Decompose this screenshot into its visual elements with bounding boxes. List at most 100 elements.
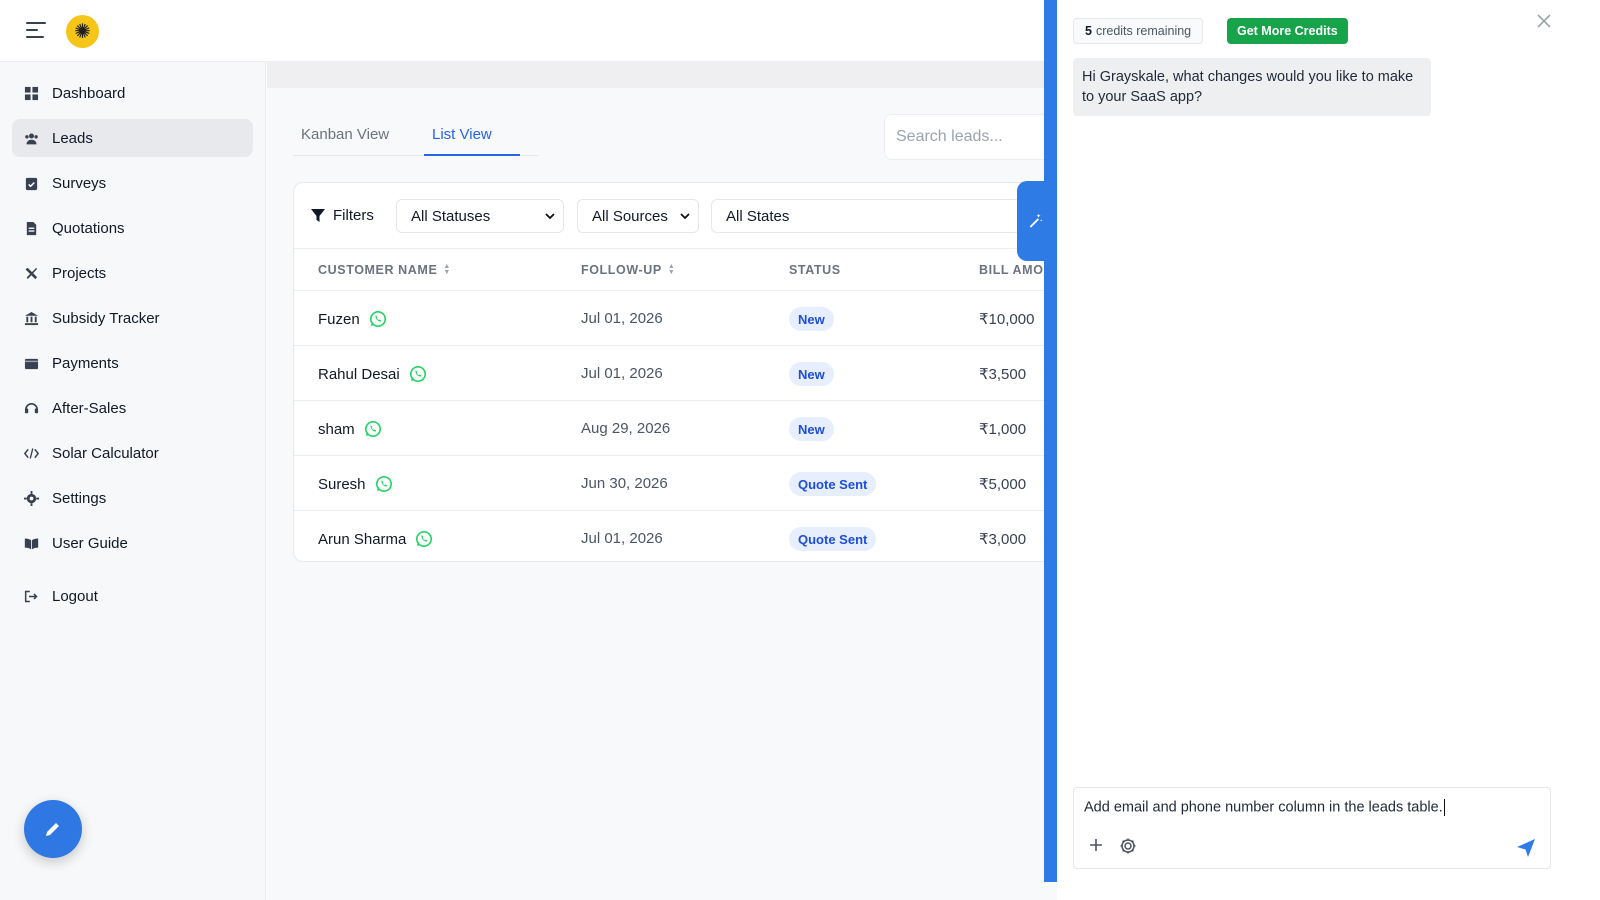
get-more-credits-button[interactable]: Get More Credits (1227, 18, 1348, 44)
bill-amount: ₹3,000 (979, 531, 1027, 548)
status-badge: Quote Sent (789, 527, 877, 551)
file-invoice-icon (20, 221, 42, 236)
plus-icon[interactable] (1087, 836, 1105, 854)
sidebar-item-solar-calculator[interactable]: Solar Calculator (12, 434, 253, 472)
bill-amount: ₹3,500 (979, 366, 1027, 383)
close-icon[interactable] (1535, 12, 1553, 30)
bill-amount: ₹5,000 (979, 476, 1027, 493)
credits-count: 5 (1085, 24, 1092, 38)
chevron-down-icon (680, 213, 690, 220)
edit-fab-button[interactable] (24, 800, 82, 858)
customer-name[interactable]: Rahul Desai (318, 366, 400, 383)
customer-name-cell: sham (318, 420, 382, 438)
status-badge: New (789, 417, 834, 441)
table-row[interactable]: sham Aug 29, 2026 New ₹1,000 (294, 401, 1070, 456)
column-header-bill-amount: BILL AMOU (979, 263, 1053, 277)
credits-text: credits remaining (1095, 24, 1192, 38)
credits-badge: 5 credits remaining (1073, 18, 1204, 44)
table-row[interactable]: Suresh Jun 30, 2026 Quote Sent ₹5,000 (294, 456, 1070, 511)
sidebar-item-label: User Guide (52, 534, 128, 552)
sidebar-item-logout[interactable]: Logout (12, 577, 253, 615)
sidebar-item-label: Leads (52, 129, 93, 147)
status-badge: Quote Sent (789, 472, 877, 496)
headset-icon (20, 401, 42, 416)
main-content: Kanban View List View Search leads... Fi… (267, 62, 1070, 900)
table-row[interactable]: Rahul Desai Jul 01, 2026 New ₹3,500 (294, 346, 1070, 401)
table-header: CUSTOMER NAME ▲ ▼ FOLLOW-UP ▲ ▼ STATUS BIL… (294, 249, 1070, 291)
chevron-down-icon (545, 213, 555, 220)
magic-wand-icon (1029, 213, 1043, 228)
filter-row: Filters All Statuses All Sources All Sta… (294, 183, 1070, 249)
tab-kanban-view[interactable]: Kanban View (301, 126, 389, 143)
whatsapp-icon[interactable] (375, 475, 393, 493)
wallet-icon (20, 356, 42, 371)
sidebar-item-projects[interactable]: Projects (12, 254, 253, 292)
filters-label: Filters (311, 207, 374, 224)
customer-name-cell: Fuzen (318, 310, 387, 328)
status-filter-select[interactable]: All Statuses (396, 199, 564, 233)
sidebar-item-surveys[interactable]: Surveys (12, 164, 253, 202)
column-header-follow-up[interactable]: FOLLOW-UP ▲ ▼ (581, 263, 675, 277)
whatsapp-icon[interactable] (415, 530, 433, 548)
sidebar: Dashboard Leads Surveys Quotations Proje… (0, 62, 266, 900)
sidebar-item-payments[interactable]: Payments (12, 344, 253, 382)
book-icon (20, 536, 42, 551)
text-caret (1443, 799, 1445, 816)
sidebar-item-after-sales[interactable]: After-Sales (12, 389, 253, 427)
sort-icon: ▲ ▼ (667, 263, 676, 276)
whatsapp-icon[interactable] (364, 420, 382, 438)
pencil-icon (46, 823, 59, 836)
table-row[interactable]: Arun Sharma Jul 01, 2026 Quote Sent ₹3,0… (294, 511, 1070, 561)
table-row[interactable]: Fuzen Jul 01, 2026 New ₹10,000 (294, 291, 1070, 346)
leads-table-card: Filters All Statuses All Sources All Sta… (293, 182, 1070, 562)
gear-icon (20, 490, 42, 506)
chat-input-value: Add email and phone number column in the… (1084, 799, 1443, 816)
sidebar-item-label: Settings (52, 489, 107, 507)
view-tabs: Kanban View List View (293, 110, 538, 156)
column-label: STATUS (789, 263, 841, 277)
sidebar-item-label: Subsidy Tracker (52, 309, 160, 327)
app-root: ✺ Dashboard Leads Surveys Quotations Pro… (0, 0, 1600, 900)
sidebar-item-label: Solar Calculator (52, 444, 159, 462)
source-filter-value: All Sources (592, 207, 668, 225)
sidebar-item-leads[interactable]: Leads (12, 119, 253, 157)
filters-label-text: Filters (333, 207, 374, 224)
customer-name[interactable]: Arun Sharma (318, 531, 406, 548)
hamburger-icon[interactable] (26, 22, 46, 40)
search-input[interactable]: Search leads... (884, 114, 1070, 160)
whatsapp-icon[interactable] (409, 365, 427, 383)
panel-divider[interactable] (1044, 0, 1057, 882)
grid-icon (20, 86, 42, 101)
customer-name[interactable]: Suresh (318, 476, 366, 493)
send-icon[interactable] (1516, 838, 1536, 858)
state-filter-select[interactable]: All States (711, 199, 1041, 233)
customer-name[interactable]: sham (318, 421, 355, 438)
sidebar-item-settings[interactable]: Settings (12, 479, 253, 517)
filter-icon (311, 208, 325, 222)
follow-up-date: Jul 01, 2026 (581, 530, 663, 547)
status-filter-value: All Statuses (411, 207, 491, 225)
sort-icon: ▲ ▼ (443, 263, 451, 276)
column-label: BILL AMOU (979, 263, 1054, 277)
magic-edit-tab[interactable] (1017, 181, 1053, 261)
bill-amount: ₹1,000 (979, 421, 1027, 438)
whatsapp-icon[interactable] (369, 310, 387, 328)
assistant-message: Hi Grayskale, what changes would you lik… (1073, 58, 1431, 116)
logo-icon[interactable]: ✺ (66, 15, 99, 48)
sidebar-item-dashboard[interactable]: Dashboard (12, 74, 253, 112)
column-header-customer-name[interactable]: CUSTOMER NAME ▲ ▼ (318, 263, 451, 277)
content-header-strip (267, 62, 1070, 88)
tab-list-view[interactable]: List View (432, 126, 492, 143)
sidebar-item-label: Quotations (52, 219, 125, 237)
source-filter-select[interactable]: All Sources (577, 199, 699, 233)
sidebar-item-user-guide[interactable]: User Guide (12, 524, 253, 562)
sidebar-item-subsidy-tracker[interactable]: Subsidy Tracker (12, 299, 253, 337)
bank-icon (20, 311, 42, 326)
chat-input[interactable]: Add email and phone number column in the… (1084, 799, 1445, 816)
column-header-status: STATUS (789, 263, 841, 277)
settings-gear-icon[interactable] (1118, 836, 1138, 856)
customer-name[interactable]: Fuzen (318, 311, 360, 328)
column-label: CUSTOMER NAME (318, 263, 438, 277)
sidebar-item-label: Surveys (52, 174, 107, 192)
sidebar-item-quotations[interactable]: Quotations (12, 209, 253, 247)
